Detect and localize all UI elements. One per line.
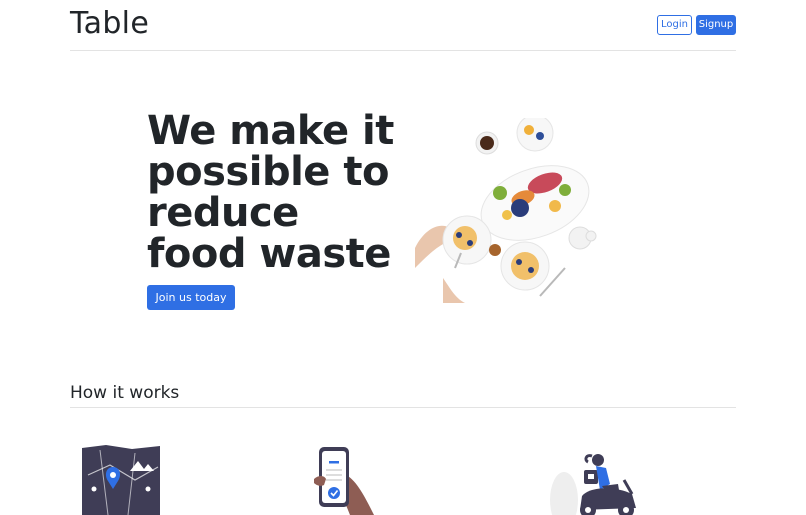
hero-title: We make it possible to reduce food waste [147, 108, 394, 277]
hero-food-image [415, 118, 660, 303]
brand-logo[interactable]: Table [70, 6, 149, 41]
phone-check-illustration-icon [314, 447, 374, 515]
map-pin-illustration-icon [82, 445, 160, 515]
signup-button[interactable]: Signup [696, 15, 736, 35]
join-us-button[interactable]: Join us today [147, 285, 235, 310]
site-header: Table Login Signup [70, 0, 736, 51]
login-button[interactable]: Login [657, 15, 692, 35]
section-divider [70, 407, 736, 408]
scooter-delivery-illustration-icon [550, 454, 636, 515]
how-it-works-title: How it works [70, 383, 180, 403]
